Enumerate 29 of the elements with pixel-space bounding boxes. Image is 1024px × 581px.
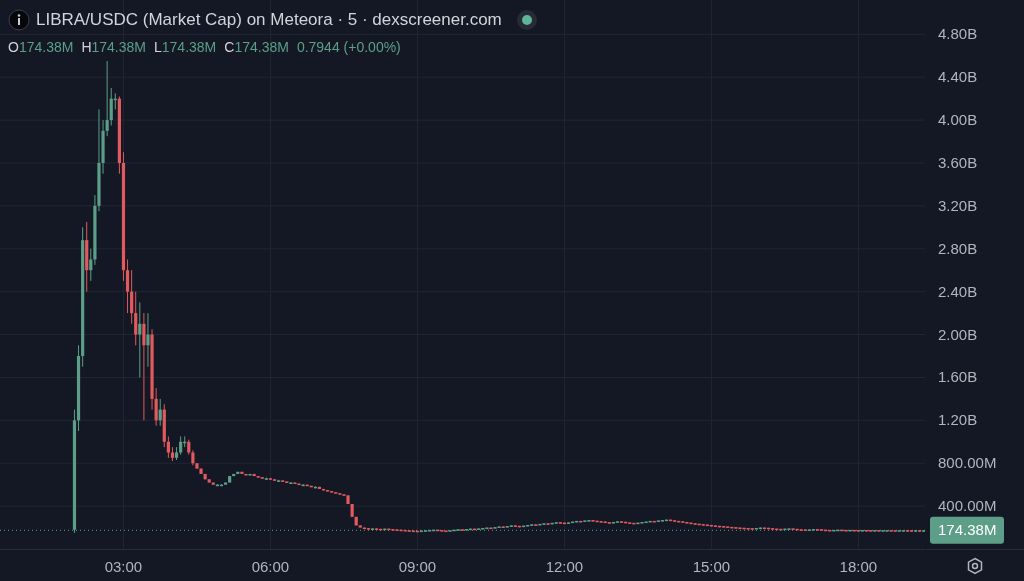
- chart-title: LIBRA/USDC (Market Cap) on Meteora · 5 · dexscreener.com: [36, 9, 502, 31]
- price-label: 400.00M: [938, 495, 997, 516]
- ohlc-label: H: [81, 37, 92, 57]
- price-label: 1.20B: [938, 410, 978, 431]
- price-label: 4.00B: [938, 109, 978, 130]
- price-change: 0.7944 (+0.00%): [296, 37, 401, 57]
- price-label: 3.60B: [938, 152, 978, 173]
- ohlc-value: 174.38M: [161, 37, 217, 57]
- ohlc-label: O: [8, 37, 19, 57]
- time-label: 12:00: [545, 557, 584, 577]
- price-label: 3.20B: [938, 195, 978, 216]
- time-label: 15:00: [692, 557, 731, 577]
- ohlc-value: 174.38M: [234, 37, 289, 57]
- price-label: 800.00M: [938, 452, 997, 473]
- price-badge: 174.38M: [930, 517, 1005, 544]
- ohlc-label: L: [154, 37, 162, 57]
- price-label: 4.40B: [938, 66, 978, 87]
- price-label: 2.00B: [938, 324, 978, 345]
- ohlc-value: 174.38M: [91, 37, 146, 57]
- price-label: 1.60B: [938, 367, 978, 388]
- ohlc-value: 174.38M: [18, 37, 74, 57]
- time-label: 18:00: [839, 557, 878, 577]
- ohlc-label: C: [224, 37, 235, 57]
- price-label: 2.40B: [938, 281, 978, 302]
- price-label: 4.80B: [938, 24, 978, 45]
- price-label: 2.80B: [938, 238, 978, 259]
- time-label: 03:00: [104, 557, 143, 577]
- time-label: 06:00: [251, 557, 290, 577]
- time-label: 09:00: [398, 557, 437, 577]
